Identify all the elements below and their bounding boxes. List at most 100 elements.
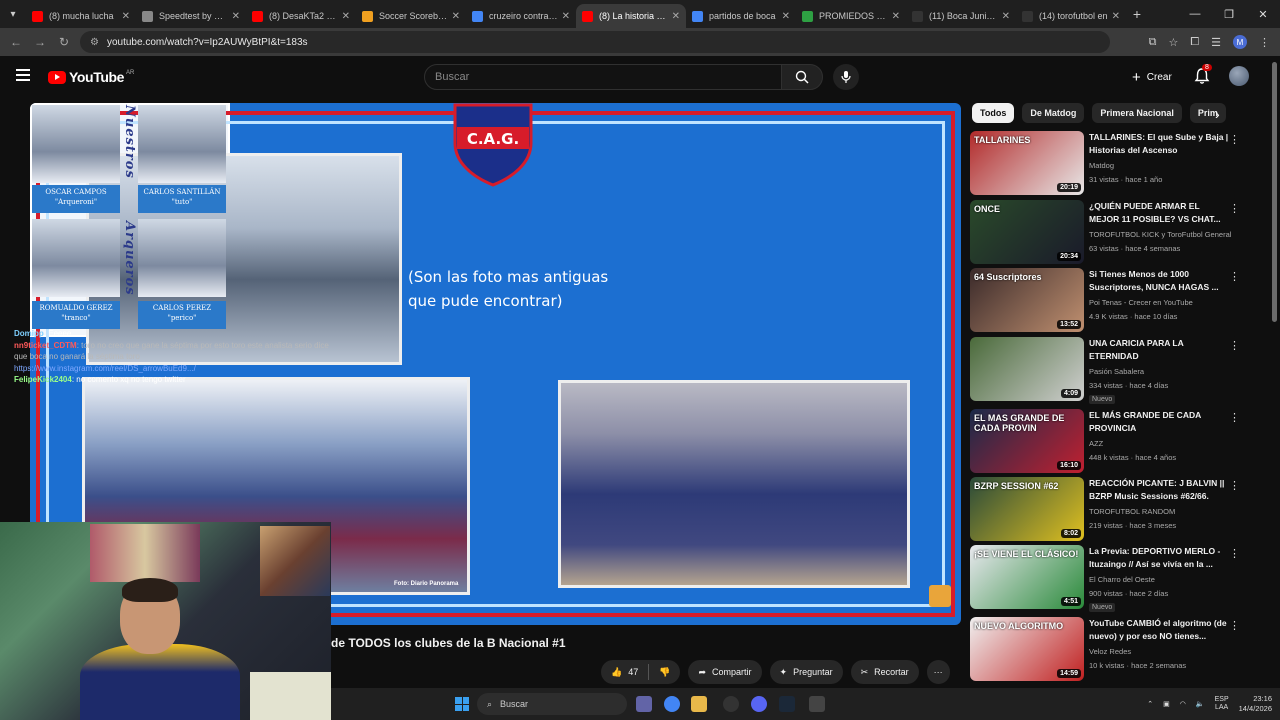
browser-tab[interactable]: (8) DesaKTa2 // N ✕ bbox=[246, 4, 356, 28]
recommended-video[interactable]: 4:09 UNA CARICIA PARA LA ETERNIDAD Pasión … bbox=[970, 337, 1246, 404]
more-actions-button[interactable]: ··· bbox=[926, 660, 950, 684]
channel-name[interactable]: El Charro del Oeste bbox=[1089, 575, 1239, 584]
voice-search-button[interactable] bbox=[833, 64, 859, 90]
browser-tab[interactable]: PROMIEDOS - Fu ✕ bbox=[796, 4, 906, 28]
back-icon[interactable]: ← bbox=[4, 35, 28, 49]
browser-tab[interactable]: cruzeiro contra bo ✕ bbox=[466, 4, 576, 28]
more-options-icon[interactable]: ⋮ bbox=[1229, 270, 1240, 283]
menu-icon[interactable] bbox=[16, 69, 30, 81]
chip-primera-nacional[interactable]: Primera Nacional bbox=[1092, 103, 1182, 123]
forward-icon[interactable]: → bbox=[28, 35, 52, 49]
account-avatar[interactable] bbox=[1229, 66, 1249, 86]
channel-name[interactable]: Pasión Sabalera bbox=[1089, 367, 1239, 376]
chip-todos[interactable]: Todos bbox=[972, 103, 1015, 123]
video-title[interactable]: TALLARINES: El que Sube y Baja | Histori… bbox=[1089, 131, 1229, 157]
tab-close-icon[interactable]: ✕ bbox=[562, 11, 570, 22]
recommended-video[interactable]: TALLARINES 20:19 TALLARINES: El que Sube y… bbox=[970, 131, 1246, 195]
video-thumbnail[interactable]: NUEVO ALGORITMO 14:59 bbox=[970, 617, 1084, 681]
maximize-icon[interactable]: ❐ bbox=[1212, 8, 1246, 21]
video-title[interactable]: ¿QUIÉN PUEDE ARMAR EL MEJOR 11 POSIBLE? … bbox=[1089, 200, 1229, 226]
new-tab-button[interactable]: + bbox=[1126, 6, 1148, 22]
tab-close-icon[interactable]: ✕ bbox=[892, 11, 900, 22]
browser-tab[interactable]: (8) mucha lucha ✕ bbox=[26, 4, 136, 28]
video-thumbnail[interactable]: 4:09 bbox=[970, 337, 1084, 401]
extensions-icon[interactable]: ⧠ bbox=[1190, 36, 1199, 49]
video-thumbnail[interactable]: EL MAS GRANDE DE CADA PROVIN 16:10 bbox=[970, 409, 1084, 473]
obs-icon[interactable] bbox=[723, 696, 739, 712]
minimize-icon[interactable]: — bbox=[1178, 8, 1212, 20]
chrome-icon[interactable] bbox=[664, 696, 680, 712]
browser-tab[interactable]: (14) torofutbol en ✕ bbox=[1016, 4, 1126, 28]
discord-icon[interactable] bbox=[751, 696, 767, 712]
tray-app-icon[interactable]: ▣ bbox=[1163, 700, 1170, 708]
bookmark-star-icon[interactable]: ☆ bbox=[1168, 36, 1178, 49]
tab-close-icon[interactable]: ✕ bbox=[1002, 11, 1010, 22]
volume-icon[interactable]: 🔈 bbox=[1196, 700, 1205, 708]
more-options-icon[interactable]: ⋮ bbox=[1229, 479, 1240, 492]
tab-close-icon[interactable]: ✕ bbox=[232, 11, 240, 22]
search-button[interactable] bbox=[781, 64, 823, 90]
more-options-icon[interactable]: ⋮ bbox=[1229, 133, 1240, 146]
install-app-icon[interactable]: ⧉ bbox=[1149, 36, 1157, 49]
channel-name[interactable]: TOROFUTBOL KICK y TorоFutbol General bbox=[1089, 230, 1239, 239]
tab-search-icon[interactable]: ▾ bbox=[0, 0, 26, 28]
browser-tab[interactable]: Speedtest by Ookla ✕ bbox=[136, 4, 246, 28]
video-thumbnail[interactable]: BZRP SESSION #62 8:02 bbox=[970, 477, 1084, 541]
tab-close-icon[interactable]: ✕ bbox=[1112, 11, 1120, 22]
chevron-right-icon[interactable]: › bbox=[1215, 106, 1220, 122]
share-button[interactable]: ➦ Compartir bbox=[688, 660, 762, 684]
video-thumbnail[interactable]: TALLARINES 20:19 bbox=[970, 131, 1084, 195]
windows-start-icon[interactable] bbox=[455, 697, 469, 711]
video-title[interactable]: REACCIÓN PICANTE: J BALVIN || BZRP Music… bbox=[1089, 477, 1229, 503]
recommended-video[interactable]: 64 Suscriptores 13:52 Si Tienes Menos de 1… bbox=[970, 268, 1246, 332]
profile-avatar-icon[interactable]: M bbox=[1233, 35, 1247, 49]
clock[interactable]: 23:16 14/4/2026 bbox=[1239, 694, 1272, 714]
chip-de-matdog[interactable]: De Matdog bbox=[1022, 103, 1085, 123]
video-thumbnail[interactable]: ONCE 20:34 bbox=[970, 200, 1084, 264]
channel-name[interactable]: Matdog bbox=[1089, 161, 1239, 170]
reload-icon[interactable]: ↻ bbox=[52, 35, 76, 49]
more-options-icon[interactable]: ⋮ bbox=[1229, 411, 1240, 424]
clip-button[interactable]: ✂ Recortar bbox=[850, 660, 919, 684]
page-scrollbar[interactable] bbox=[1272, 62, 1277, 322]
tab-close-icon[interactable]: ✕ bbox=[122, 11, 130, 22]
channel-name[interactable]: AZZ bbox=[1089, 439, 1239, 448]
network-icon[interactable]: ◠ bbox=[1180, 700, 1186, 708]
site-info-icon[interactable]: ⚙ bbox=[90, 37, 99, 48]
chrome-menu-icon[interactable]: ⋮ bbox=[1259, 36, 1270, 49]
more-options-icon[interactable]: ⋮ bbox=[1229, 547, 1240, 560]
video-thumbnail[interactable]: 64 Suscriptores 13:52 bbox=[970, 268, 1084, 332]
teams-icon[interactable] bbox=[636, 696, 652, 712]
tab-close-icon[interactable]: ✕ bbox=[782, 11, 790, 22]
video-title[interactable]: YouTube CAMBIÓ el algoritmo (de nuevo) y… bbox=[1089, 617, 1229, 643]
close-window-icon[interactable]: ✕ bbox=[1246, 8, 1280, 21]
more-options-icon[interactable]: ⋮ bbox=[1229, 202, 1240, 215]
recommended-video[interactable]: ¡SE VIENE EL CLÁSICO! 4:51 La Previa: DEPO… bbox=[970, 545, 1246, 612]
search-input[interactable]: Buscar bbox=[424, 64, 782, 90]
tab-close-icon[interactable]: ✕ bbox=[672, 11, 680, 22]
file-explorer-icon[interactable] bbox=[691, 696, 707, 712]
video-title[interactable]: UNA CARICIA PARA LA ETERNIDAD bbox=[1089, 337, 1229, 363]
video-title[interactable]: EL MÁS GRANDE DE CADA PROVINCIA bbox=[1089, 409, 1229, 435]
url-field[interactable]: ⚙ youtube.com/watch?v=Ip2AUWyBtPI&t=183s bbox=[80, 31, 1110, 53]
channel-watermark-icon[interactable] bbox=[929, 585, 951, 607]
browser-tab[interactable]: (8) La historia del ✕ bbox=[576, 4, 686, 28]
recommended-video[interactable]: BZRP SESSION #62 8:02 REACCIÓN PICANTE: J … bbox=[970, 477, 1246, 541]
more-options-icon[interactable]: ⋮ bbox=[1229, 619, 1240, 632]
recommended-video[interactable]: NUEVO ALGORITMO 14:59 YouTube CAMBIÓ el al… bbox=[970, 617, 1246, 681]
steam-icon[interactable] bbox=[779, 696, 795, 712]
video-thumbnail[interactable]: ¡SE VIENE EL CLÁSICO! 4:51 bbox=[970, 545, 1084, 609]
youtube-logo[interactable]: YouTube AR bbox=[48, 69, 134, 85]
channel-name[interactable]: Poi Tenas - Crecer en YouTube bbox=[1089, 298, 1239, 307]
recommended-video[interactable]: ONCE 20:34 ¿QUIÉN PUEDE ARMAR EL MEJOR 11 … bbox=[970, 200, 1246, 264]
like-button[interactable]: 👍 47 bbox=[611, 667, 638, 678]
video-title[interactable]: La Previa: DEPORTIVO MERLO - Ituzaingo /… bbox=[1089, 545, 1229, 571]
chip-prim[interactable]: Prim bbox=[1189, 103, 1226, 123]
video-title[interactable]: Si Tienes Menos de 1000 Suscriptores, NU… bbox=[1089, 268, 1229, 294]
tray-chevron-icon[interactable]: ⌃ bbox=[1147, 700, 1153, 708]
more-options-icon[interactable]: ⋮ bbox=[1229, 339, 1240, 352]
browser-tab[interactable]: (11) Boca Juniors ✕ bbox=[906, 4, 1016, 28]
taskbar-search[interactable]: ⌕ Buscar bbox=[477, 693, 627, 715]
browser-tab[interactable]: Soccer Scorebug ✕ bbox=[356, 4, 466, 28]
browser-tab[interactable]: partidos de boca ✕ bbox=[686, 4, 796, 28]
